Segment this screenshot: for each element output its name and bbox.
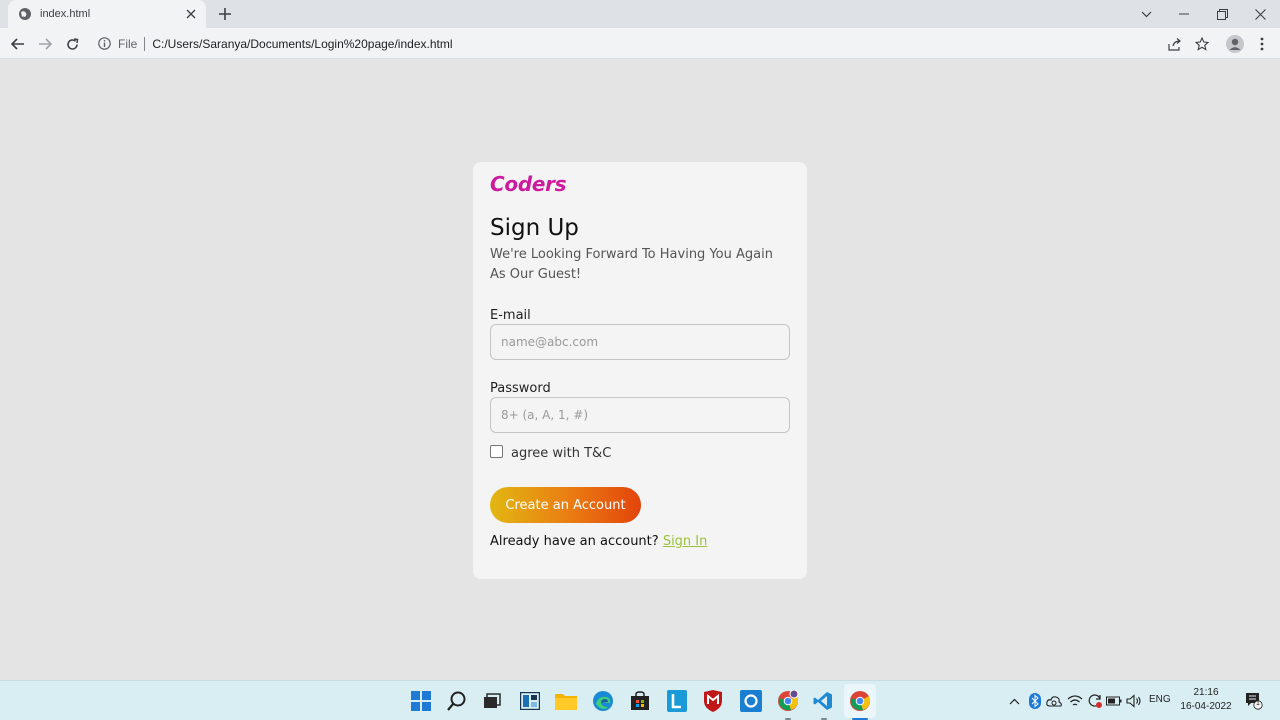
signin-link[interactable]: Sign In bbox=[663, 534, 708, 549]
store-icon[interactable] bbox=[628, 689, 652, 713]
close-window-icon[interactable] bbox=[1241, 0, 1279, 28]
share-icon[interactable] bbox=[1164, 33, 1186, 55]
bookmark-star-icon[interactable] bbox=[1191, 33, 1213, 55]
signin-prompt: Already have an account? bbox=[490, 534, 659, 549]
page-viewport: Coders Sign Up We're Looking Forward To … bbox=[0, 59, 1280, 680]
info-icon[interactable] bbox=[98, 36, 112, 51]
chevron-up-icon[interactable] bbox=[1006, 693, 1022, 709]
globe-icon bbox=[18, 7, 32, 21]
vscode-icon[interactable] bbox=[811, 689, 835, 713]
signin-prompt-row: Already have an account? Sign In bbox=[490, 534, 707, 549]
search-icon[interactable] bbox=[445, 689, 469, 713]
forward-arrow-icon[interactable] bbox=[33, 32, 57, 56]
minimize-icon[interactable] bbox=[1165, 0, 1203, 28]
address-bar[interactable]: File C:/Users/Saranya/Documents/Login%20… bbox=[90, 31, 1220, 56]
language-indicator[interactable]: ENG bbox=[1149, 694, 1171, 705]
password-field[interactable] bbox=[490, 397, 790, 433]
wifi-icon[interactable] bbox=[1067, 693, 1083, 709]
reload-icon[interactable] bbox=[60, 32, 84, 56]
windows-taskbar: ENG 21:16 16-04-2022 1 bbox=[0, 680, 1280, 720]
page-subtitle: We're Looking Forward To Having You Agai… bbox=[490, 247, 773, 282]
notification-count: 1 bbox=[1256, 700, 1260, 707]
tab-strip: index.html bbox=[0, 0, 1280, 28]
edge-browser-icon[interactable] bbox=[591, 689, 615, 713]
close-tab-icon[interactable] bbox=[184, 7, 198, 21]
signup-card: Coders Sign Up We're Looking Forward To … bbox=[473, 162, 807, 579]
profile-avatar-icon[interactable] bbox=[1224, 33, 1246, 55]
create-account-button[interactable]: Create an Account bbox=[490, 487, 641, 523]
new-tab-icon[interactable] bbox=[216, 5, 234, 23]
task-view-icon[interactable] bbox=[480, 689, 504, 713]
chrome-profile-icon[interactable] bbox=[776, 689, 800, 713]
url-text[interactable]: C:/Users/Saranya/Documents/Login%20page/… bbox=[152, 37, 452, 51]
tab-search-icon[interactable] bbox=[1127, 0, 1165, 28]
bluetooth-icon[interactable] bbox=[1027, 693, 1043, 709]
url-separator bbox=[144, 36, 146, 51]
chrome-icon[interactable] bbox=[848, 689, 872, 713]
url-scheme: File bbox=[118, 36, 138, 51]
outlook-icon[interactable] bbox=[739, 689, 763, 713]
email-field[interactable] bbox=[490, 324, 790, 360]
clock-date: 16-04-2022 bbox=[1180, 701, 1232, 712]
battery-icon[interactable] bbox=[1106, 693, 1122, 709]
browser-toolbar: File C:/Users/Saranya/Documents/Login%20… bbox=[0, 28, 1280, 59]
menu-dots-icon[interactable] bbox=[1251, 33, 1273, 55]
sync-icon[interactable] bbox=[1087, 693, 1103, 709]
terms-checkbox[interactable] bbox=[490, 445, 503, 458]
mcafee-icon[interactable] bbox=[701, 689, 725, 713]
browser-tab[interactable]: index.html bbox=[8, 0, 206, 28]
terms-row: agree with T&C bbox=[490, 445, 612, 461]
speaker-icon[interactable] bbox=[1126, 693, 1142, 709]
app-l-icon[interactable] bbox=[665, 689, 689, 713]
windows-start-icon[interactable] bbox=[409, 689, 433, 713]
page-title: Sign Up bbox=[490, 215, 579, 241]
password-label: Password bbox=[490, 381, 551, 396]
clock-time: 21:16 bbox=[1193, 687, 1219, 698]
system-clock[interactable]: 21:16 16-04-2022 bbox=[1178, 686, 1234, 714]
notification-icon[interactable]: 1 bbox=[1245, 692, 1263, 710]
brand-logo: Coders bbox=[490, 172, 567, 196]
file-explorer-icon[interactable] bbox=[554, 689, 578, 713]
widgets-icon[interactable] bbox=[518, 689, 542, 713]
restore-icon[interactable] bbox=[1203, 0, 1241, 28]
cloud-icon[interactable] bbox=[1046, 693, 1062, 709]
back-arrow-icon[interactable] bbox=[6, 32, 30, 56]
email-label: E-mail bbox=[490, 308, 531, 323]
terms-label: agree with T&C bbox=[511, 446, 612, 461]
tab-title: index.html bbox=[40, 8, 91, 20]
